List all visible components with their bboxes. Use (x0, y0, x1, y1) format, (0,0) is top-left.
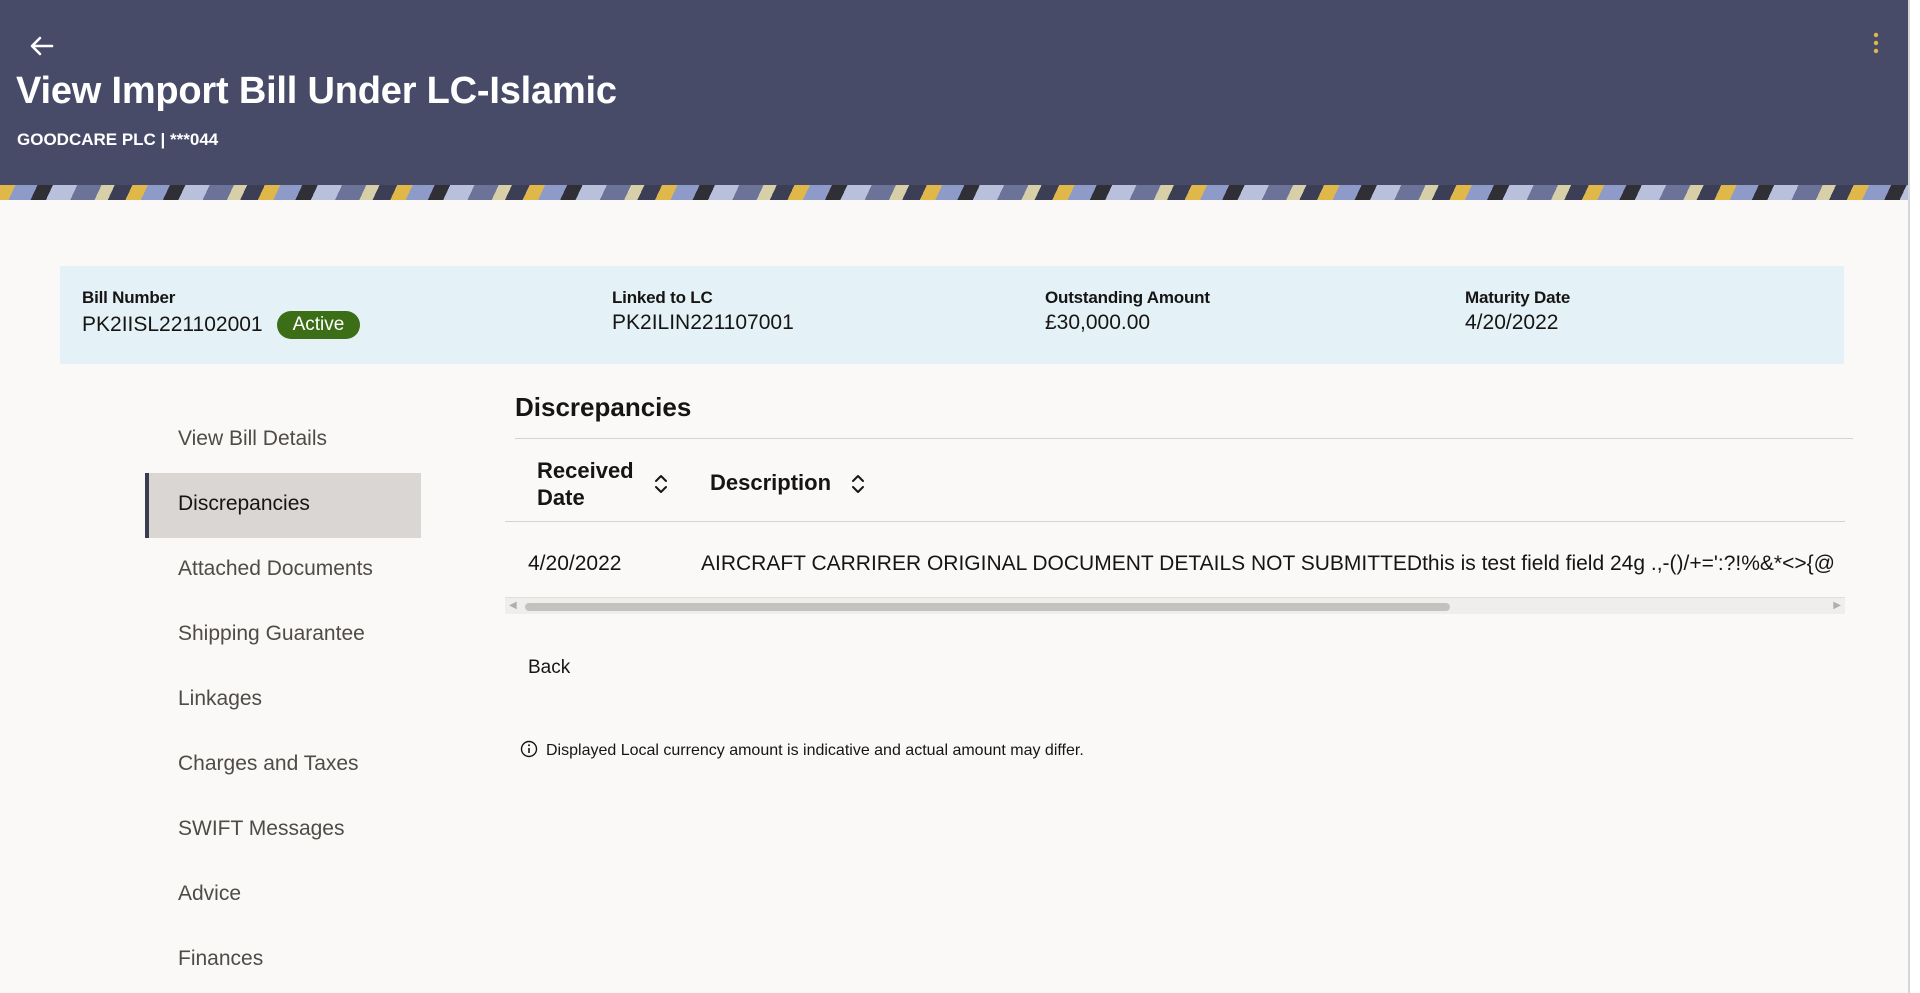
info-icon (520, 740, 538, 758)
bill-number-label: Bill Number (82, 288, 176, 307)
bill-summary-strip: Bill Number PK2IISL221102001 Active Linke… (60, 266, 1844, 364)
nav-item-linkages[interactable]: Linkages (145, 668, 421, 733)
column-header-description[interactable]: Description (710, 470, 867, 496)
column-header-received-date-line1: Received (537, 458, 634, 483)
sort-icon[interactable] (849, 473, 867, 495)
linked-lc-cell: Linked to LC PK2ILIN221107001 (612, 288, 794, 335)
header-decorative-band (0, 185, 1908, 200)
column-header-description-label: Description (710, 470, 832, 495)
scroll-left-icon[interactable]: ◀ (509, 600, 517, 611)
nav-item-swift-messages[interactable]: SWIFT Messages (145, 798, 421, 863)
nav-item-finances[interactable]: Finances (145, 928, 421, 993)
discrepancies-table: Received Date Description 4/20/2022 AIRC… (505, 440, 1845, 614)
maturity-date-value: 4/20/2022 (1465, 311, 1559, 334)
column-header-received-date-line2: Date (537, 485, 585, 510)
linked-lc-value: PK2ILIN221107001 (612, 311, 794, 334)
nav-item-view-bill-details[interactable]: View Bill Details (145, 408, 421, 473)
maturity-date-cell: Maturity Date 4/20/2022 (1465, 288, 1570, 335)
outstanding-amount-label: Outstanding Amount (1045, 288, 1210, 307)
app-window: View Import Bill Under LC-Islamic GOODCA… (0, 0, 1908, 993)
party-subtitle: GOODCARE PLC | ***044 (17, 130, 219, 149)
currency-disclaimer: Displayed Local currency amount is indic… (520, 740, 1084, 760)
sort-icon[interactable] (652, 473, 670, 495)
nav-item-discrepancies[interactable]: Discrepancies (145, 473, 421, 538)
column-header-received-date[interactable]: Received Date (537, 457, 670, 511)
section-title: Discrepancies (515, 392, 692, 422)
currency-disclaimer-text: Displayed Local currency amount is indic… (546, 742, 1084, 759)
back-arrow-icon[interactable] (26, 30, 56, 60)
nav-item-charges-and-taxes[interactable]: Charges and Taxes (145, 733, 421, 798)
bill-number: PK2IISL221102001 (82, 313, 263, 336)
kebab-menu-icon[interactable] (1866, 30, 1886, 56)
outstanding-amount-cell: Outstanding Amount £30,000.00 (1045, 288, 1210, 335)
page-vertical-scrollbar[interactable] (1908, 0, 1920, 993)
scrollbar-thumb[interactable] (525, 603, 1450, 611)
nav-item-shipping-guarantee[interactable]: Shipping Guarantee (145, 603, 421, 668)
page-header: View Import Bill Under LC-Islamic GOODCA… (0, 0, 1908, 200)
nav-item-attached-documents[interactable]: Attached Documents (145, 538, 421, 603)
table-header-divider (505, 521, 1845, 522)
cell-received-date: 4/20/2022 (528, 552, 622, 575)
section-divider (515, 438, 1853, 439)
page-title: View Import Bill Under LC-Islamic (16, 70, 617, 112)
nav-item-advice[interactable]: Advice (145, 863, 421, 928)
maturity-date-label: Maturity Date (1465, 288, 1571, 307)
outstanding-amount-value: £30,000.00 (1045, 311, 1151, 334)
back-button[interactable]: Back (528, 657, 570, 679)
linked-lc-label: Linked to LC (612, 288, 713, 307)
scroll-right-icon[interactable]: ▶ (1833, 600, 1841, 611)
status-badge: Active (276, 311, 361, 339)
bill-number-cell: Bill Number PK2IISL221102001 Active (82, 288, 361, 339)
table-horizontal-scrollbar[interactable]: ◀ ▶ (505, 597, 1845, 614)
side-navigation: View Bill Details Discrepancies Attached… (145, 408, 421, 993)
cell-description: AIRCRAFT CARRIRER ORIGINAL DOCUMENT DETA… (701, 552, 1835, 575)
bill-number-value: PK2IISL221102001 Active (82, 311, 361, 339)
scrollbar-divider (1908, 0, 1910, 993)
